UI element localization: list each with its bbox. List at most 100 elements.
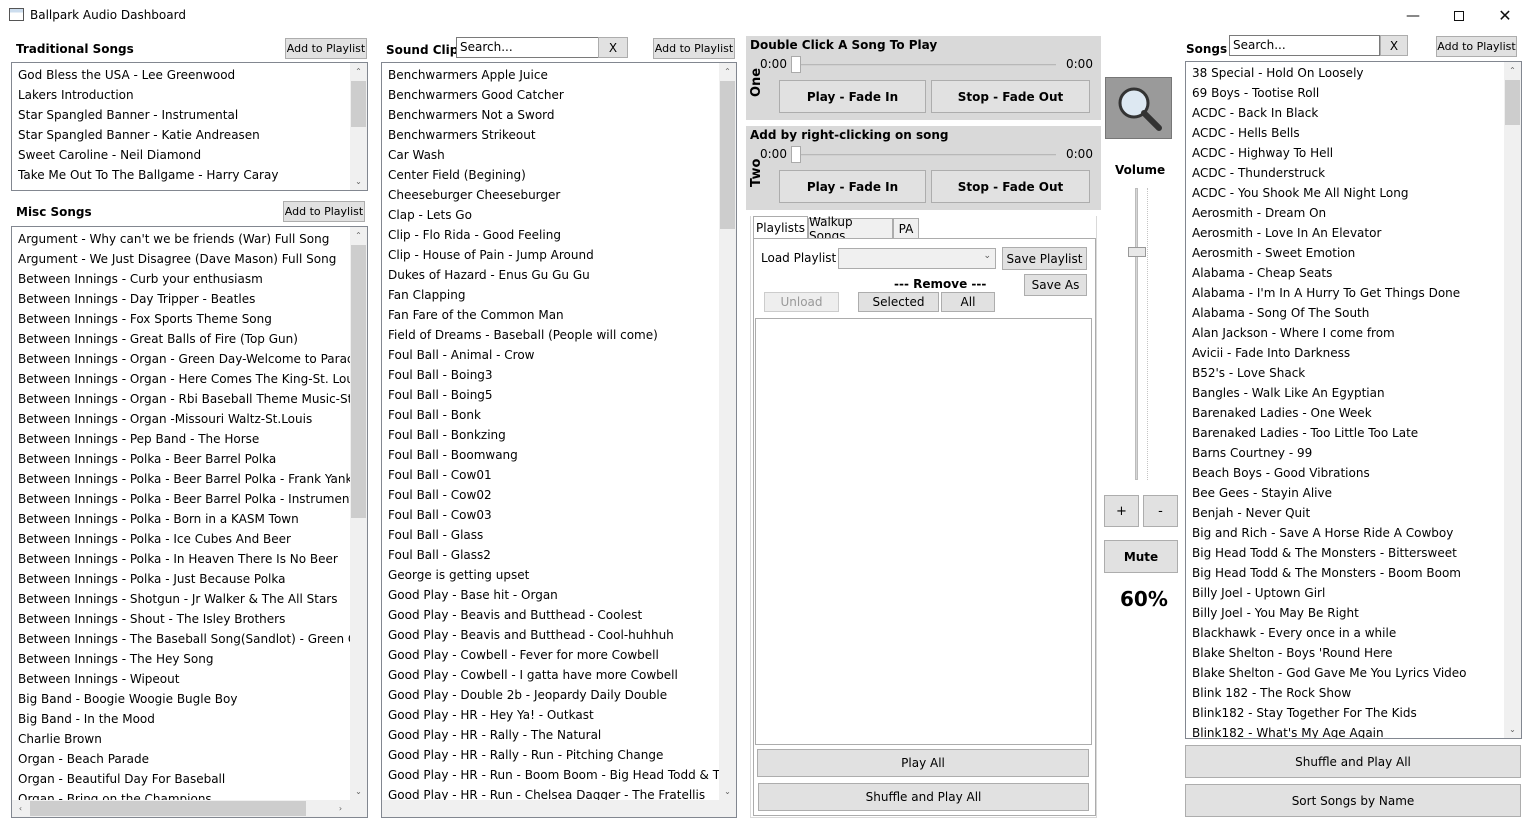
- scroll-thumb[interactable]: [1505, 80, 1520, 125]
- player-one-stop-button[interactable]: Stop - Fade Out: [931, 80, 1090, 113]
- list-item[interactable]: Avicii - Fade Into Darkness: [1186, 343, 1521, 363]
- list-item[interactable]: Between Innings - Pep Band - The Horse: [12, 429, 367, 449]
- list-item[interactable]: Big and Rich - Save A Horse Ride A Cowbo…: [1186, 523, 1521, 543]
- list-item[interactable]: Between Innings - Great Balls of Fire (T…: [12, 329, 367, 349]
- sort-songs-button[interactable]: Sort Songs by Name: [1185, 784, 1521, 817]
- playlist-select[interactable]: ⌄: [838, 248, 996, 269]
- list-item[interactable]: Good Play - Double 2b - Jeopardy Daily D…: [382, 685, 736, 705]
- list-item[interactable]: Lakers Introduction: [12, 85, 367, 105]
- songs-search-input[interactable]: Search...: [1229, 35, 1380, 56]
- list-item[interactable]: Field of Dreams - Baseball (People will …: [382, 325, 736, 345]
- play-all-button[interactable]: Play All: [757, 749, 1089, 777]
- traditional-add-button[interactable]: Add to Playlist: [285, 38, 367, 59]
- minimize-icon[interactable]: —: [1390, 0, 1436, 31]
- sound-clips-list[interactable]: Benchwarmers Apple Juice Benchwarmers Goo…: [381, 62, 737, 818]
- list-item[interactable]: Between Innings - Curb your enthusiasm: [12, 269, 367, 289]
- misc-scrollbar[interactable]: ⌃ ⌄: [350, 227, 367, 800]
- list-item[interactable]: Dukes of Hazard - Enus Gu Gu Gu: [382, 265, 736, 285]
- list-item[interactable]: Fan Clapping: [382, 285, 736, 305]
- list-item[interactable]: Barenaked Ladies - One Week: [1186, 403, 1521, 423]
- unload-button[interactable]: Unload: [764, 292, 839, 312]
- search-songs-button[interactable]: [1105, 77, 1172, 139]
- list-item[interactable]: Clap - Lets Go: [382, 205, 736, 225]
- player-two-seek-thumb[interactable]: [791, 146, 801, 163]
- list-item[interactable]: Barenaked Ladies - Too Little Too Late: [1186, 423, 1521, 443]
- player-two-track[interactable]: [791, 154, 1056, 156]
- list-item[interactable]: ACDC - Thunderstruck: [1186, 163, 1521, 183]
- playlist-list[interactable]: [755, 318, 1092, 745]
- player-one-track[interactable]: [791, 64, 1056, 66]
- player-two-play-button[interactable]: Play - Fade In: [779, 170, 926, 203]
- list-item[interactable]: Clip - House of Pain - Jump Around: [382, 245, 736, 265]
- list-item[interactable]: Aerosmith - Love In An Elevator: [1186, 223, 1521, 243]
- traditional-songs-list[interactable]: God Bless the USA - Lee Greenwood Lakers …: [11, 62, 368, 191]
- list-item[interactable]: Star Spangled Banner - Katie Andreasen: [12, 125, 367, 145]
- list-item[interactable]: Star Spangled Banner - Instrumental: [12, 105, 367, 125]
- list-item[interactable]: Big Band - Boogie Woogie Bugle Boy: [12, 689, 367, 709]
- list-item[interactable]: Foul Ball - Animal - Crow: [382, 345, 736, 365]
- list-item[interactable]: Foul Ball - Bonk: [382, 405, 736, 425]
- list-item[interactable]: Between Innings - Polka - Beer Barrel Po…: [12, 489, 367, 509]
- list-item[interactable]: Benchwarmers Strikeout: [382, 125, 736, 145]
- list-item[interactable]: Foul Ball - Cow02: [382, 485, 736, 505]
- list-item[interactable]: Charlie Brown: [12, 729, 367, 749]
- remove-all-button[interactable]: All: [941, 292, 995, 312]
- list-item[interactable]: George is getting upset: [382, 565, 736, 585]
- list-item[interactable]: Good Play - Beavis and Butthead - Cool-h…: [382, 625, 736, 645]
- list-item[interactable]: 38 Special - Hold On Loosely: [1186, 63, 1521, 83]
- volume-up-button[interactable]: +: [1104, 495, 1139, 527]
- save-playlist-button[interactable]: Save Playlist: [1002, 247, 1087, 270]
- list-item[interactable]: Argument - We Just Disagree (Dave Mason)…: [12, 249, 367, 269]
- list-item[interactable]: Between Innings - Organ - Here Comes The…: [12, 369, 367, 389]
- list-item[interactable]: Between Innings - Shout - The Isley Brot…: [12, 609, 367, 629]
- list-item[interactable]: Blake Shelton - Boys 'Round Here: [1186, 643, 1521, 663]
- tab-playlists[interactable]: Playlists: [753, 216, 808, 238]
- list-item[interactable]: Foul Ball - Boing5: [382, 385, 736, 405]
- scroll-down-icon[interactable]: ⌄: [350, 173, 367, 190]
- player-two-stop-button[interactable]: Stop - Fade Out: [931, 170, 1090, 203]
- scroll-down-icon[interactable]: ⌄: [350, 783, 367, 800]
- mute-button[interactable]: Mute: [1104, 540, 1178, 573]
- list-item[interactable]: Good Play - HR - Hey Ya! - Outkast: [382, 705, 736, 725]
- scroll-up-icon[interactable]: ⌃: [1504, 62, 1521, 79]
- list-item[interactable]: ACDC - Hells Bells: [1186, 123, 1521, 143]
- list-item[interactable]: Sweet Caroline - Neil Diamond: [12, 145, 367, 165]
- list-item[interactable]: Foul Ball - Bonkzing: [382, 425, 736, 445]
- scroll-up-icon[interactable]: ⌃: [350, 63, 367, 80]
- list-item[interactable]: Blink182 - What's My Age Again: [1186, 723, 1521, 738]
- list-item[interactable]: Benchwarmers Not a Sword: [382, 105, 736, 125]
- songs-add-button[interactable]: Add to Playlist: [1436, 36, 1517, 57]
- list-item[interactable]: Between Innings - Polka - Just Because P…: [12, 569, 367, 589]
- list-item[interactable]: Barns Courtney - 99: [1186, 443, 1521, 463]
- list-item[interactable]: Between Innings - Polka - Beer Barrel Po…: [12, 449, 367, 469]
- list-item[interactable]: Foul Ball - Cow03: [382, 505, 736, 525]
- list-item[interactable]: Between Innings - Shotgun - Jr Walker & …: [12, 589, 367, 609]
- scroll-down-icon[interactable]: ⌄: [1504, 721, 1521, 738]
- list-item[interactable]: Big Band - In the Mood: [12, 709, 367, 729]
- list-item[interactable]: Bangles - Walk Like An Egyptian: [1186, 383, 1521, 403]
- list-item[interactable]: Cheeseburger Cheeseburger: [382, 185, 736, 205]
- scroll-down-icon[interactable]: ⌄: [719, 783, 736, 800]
- list-item[interactable]: Organ - Beach Parade: [12, 749, 367, 769]
- list-item[interactable]: Good Play - Base hit - Organ: [382, 585, 736, 605]
- scroll-up-icon[interactable]: ⌃: [719, 63, 736, 80]
- clips-add-button[interactable]: Add to Playlist: [653, 38, 735, 59]
- player-one-play-button[interactable]: Play - Fade In: [779, 80, 926, 113]
- list-item[interactable]: Foul Ball - Boing3: [382, 365, 736, 385]
- scroll-up-icon[interactable]: ⌃: [350, 227, 367, 244]
- list-item[interactable]: Center Field (Begining): [382, 165, 736, 185]
- clips-search-input[interactable]: Search...: [456, 37, 599, 58]
- list-item[interactable]: Alabama - Song Of The South: [1186, 303, 1521, 323]
- list-item[interactable]: Between Innings - Polka - In Heaven Ther…: [12, 549, 367, 569]
- volume-down-button[interactable]: -: [1143, 495, 1178, 527]
- list-item[interactable]: Foul Ball - Glass: [382, 525, 736, 545]
- scroll-thumb[interactable]: [720, 81, 735, 229]
- list-item[interactable]: Between Innings - Wipeout: [12, 669, 367, 689]
- list-item[interactable]: Between Innings - Polka - Ice Cubes And …: [12, 529, 367, 549]
- player-one-seek-thumb[interactable]: [791, 56, 801, 73]
- list-item[interactable]: Billy Joel - Uptown Girl: [1186, 583, 1521, 603]
- clips-clear-button[interactable]: X: [598, 37, 628, 58]
- list-item[interactable]: Car Wash: [382, 145, 736, 165]
- list-item[interactable]: Bee Gees - Stayin Alive: [1186, 483, 1521, 503]
- list-item[interactable]: Blink182 - Stay Together For The Kids: [1186, 703, 1521, 723]
